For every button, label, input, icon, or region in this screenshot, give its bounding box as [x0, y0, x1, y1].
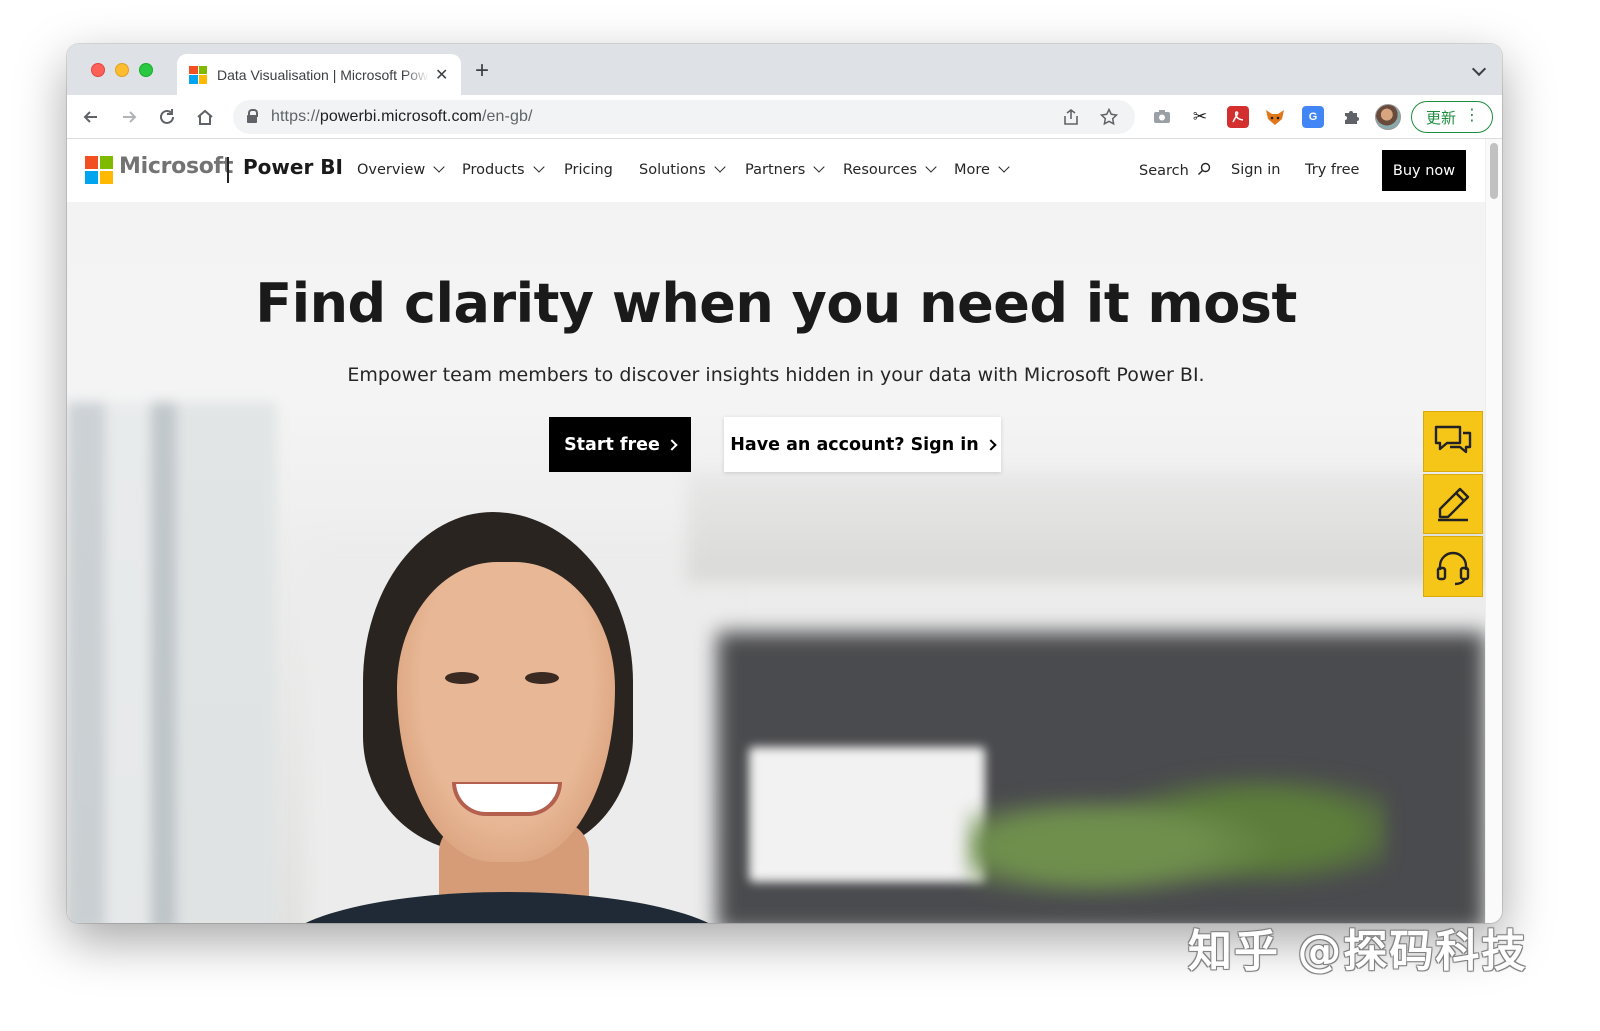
browser-tab-active[interactable]: Data Visualisation | Microsoft Power BI … [177, 54, 461, 95]
brand-divider [227, 157, 229, 183]
hero-title: Find clarity when you need it most [255, 272, 1297, 335]
site-header: Microsoft Power BI Overview Products Pri… [67, 139, 1485, 202]
close-window-button[interactable] [91, 63, 105, 77]
tab-title: Data Visualisation | Microsoft Power BI [217, 66, 429, 83]
share-icon[interactable] [1059, 105, 1083, 129]
background-ceiling [687, 472, 1485, 582]
update-button[interactable]: 更新 ⋮ [1411, 101, 1493, 133]
chevron-right-icon [666, 438, 678, 451]
nav-item-overview[interactable]: Overview [357, 161, 445, 178]
product-name[interactable]: Power BI [243, 155, 343, 179]
tab-search-chevron-icon[interactable] [1471, 61, 1487, 77]
forward-arrow-icon[interactable] [117, 105, 141, 129]
tab-close-icon[interactable]: ✕ [435, 65, 448, 85]
watermark-text: 知乎 @探码科技 [1188, 926, 1528, 977]
nav-item-more[interactable]: More [954, 161, 1010, 178]
microsoft-wordmark[interactable]: Microsoft [119, 154, 233, 179]
maximize-window-button[interactable] [139, 63, 153, 77]
nav-item-products[interactable]: Products [462, 161, 545, 178]
reload-icon[interactable] [155, 105, 179, 129]
minimize-window-button[interactable] [115, 63, 129, 77]
background-window [67, 402, 277, 923]
scrollbar-thumb[interactable] [1490, 143, 1498, 199]
home-icon[interactable] [193, 105, 217, 129]
try-free-link[interactable]: Try free [1305, 162, 1359, 178]
profile-avatar[interactable] [1375, 104, 1401, 130]
new-tab-button[interactable]: + [475, 59, 489, 83]
chevron-down-icon [925, 161, 937, 173]
support-button[interactable] [1423, 536, 1483, 598]
pdf-icon[interactable] [1227, 106, 1249, 128]
page-scrollbar[interactable] [1485, 139, 1502, 923]
fox-icon[interactable] [1264, 106, 1286, 128]
microsoft-logo-icon[interactable] [85, 156, 113, 184]
scissors-icon[interactable]: ✂ [1189, 106, 1211, 128]
bookmark-star-icon[interactable] [1097, 105, 1121, 129]
browser-window: Data Visualisation | Microsoft Power BI … [67, 44, 1502, 923]
pencil-icon [1438, 487, 1470, 522]
background-plant [967, 762, 1387, 923]
chevron-down-icon [998, 161, 1010, 173]
side-widget-bar [1423, 411, 1483, 598]
sign-in-button[interactable]: Have an account? Sign in [724, 417, 1001, 472]
hero-section: Find clarity when you need it most Empow… [67, 202, 1485, 923]
lock-icon[interactable] [247, 109, 258, 123]
buy-now-button[interactable]: Buy now [1382, 150, 1466, 191]
microsoft-favicon-icon [189, 65, 207, 84]
more-menu-icon[interactable]: ⋮ [1464, 108, 1480, 124]
feedback-button[interactable] [1423, 473, 1483, 535]
chat-icon [1434, 426, 1472, 454]
tab-strip: Data Visualisation | Microsoft Power BI … [67, 44, 1502, 95]
chevron-down-icon [532, 161, 545, 173]
chevron-down-icon [813, 161, 825, 173]
nav-item-partners[interactable]: Partners [745, 161, 825, 178]
nav-item-resources[interactable]: Resources [843, 161, 937, 178]
chevron-right-icon [985, 438, 997, 451]
browser-toolbar: https://powerbi.microsoft.com/en-gb/ ✂ G… [67, 95, 1502, 139]
search-icon [1198, 162, 1211, 175]
address-bar[interactable]: https://powerbi.microsoft.com/en-gb/ [233, 100, 1135, 134]
nav-item-pricing[interactable]: Pricing [564, 162, 613, 178]
web-page: Microsoft Power BI Overview Products Pri… [67, 139, 1485, 923]
camera-icon[interactable] [1151, 106, 1173, 128]
chat-button[interactable] [1423, 411, 1483, 472]
url-text: https://powerbi.microsoft.com/en-gb/ [271, 108, 533, 125]
chevron-down-icon [713, 161, 726, 173]
back-arrow-icon[interactable] [79, 105, 103, 129]
headset-icon [1436, 551, 1470, 585]
translate-icon[interactable]: G [1302, 106, 1324, 128]
sign-in-link[interactable]: Sign in [1231, 162, 1280, 178]
hero-subtitle: Empower team members to discover insight… [347, 364, 1205, 386]
puzzle-icon[interactable] [1340, 106, 1362, 128]
start-free-button[interactable]: Start free [549, 417, 691, 472]
nav-item-solutions[interactable]: Solutions [639, 161, 726, 178]
background-monitor [749, 747, 985, 882]
chevron-down-icon [433, 161, 445, 173]
search-link[interactable]: Search [1139, 162, 1211, 179]
